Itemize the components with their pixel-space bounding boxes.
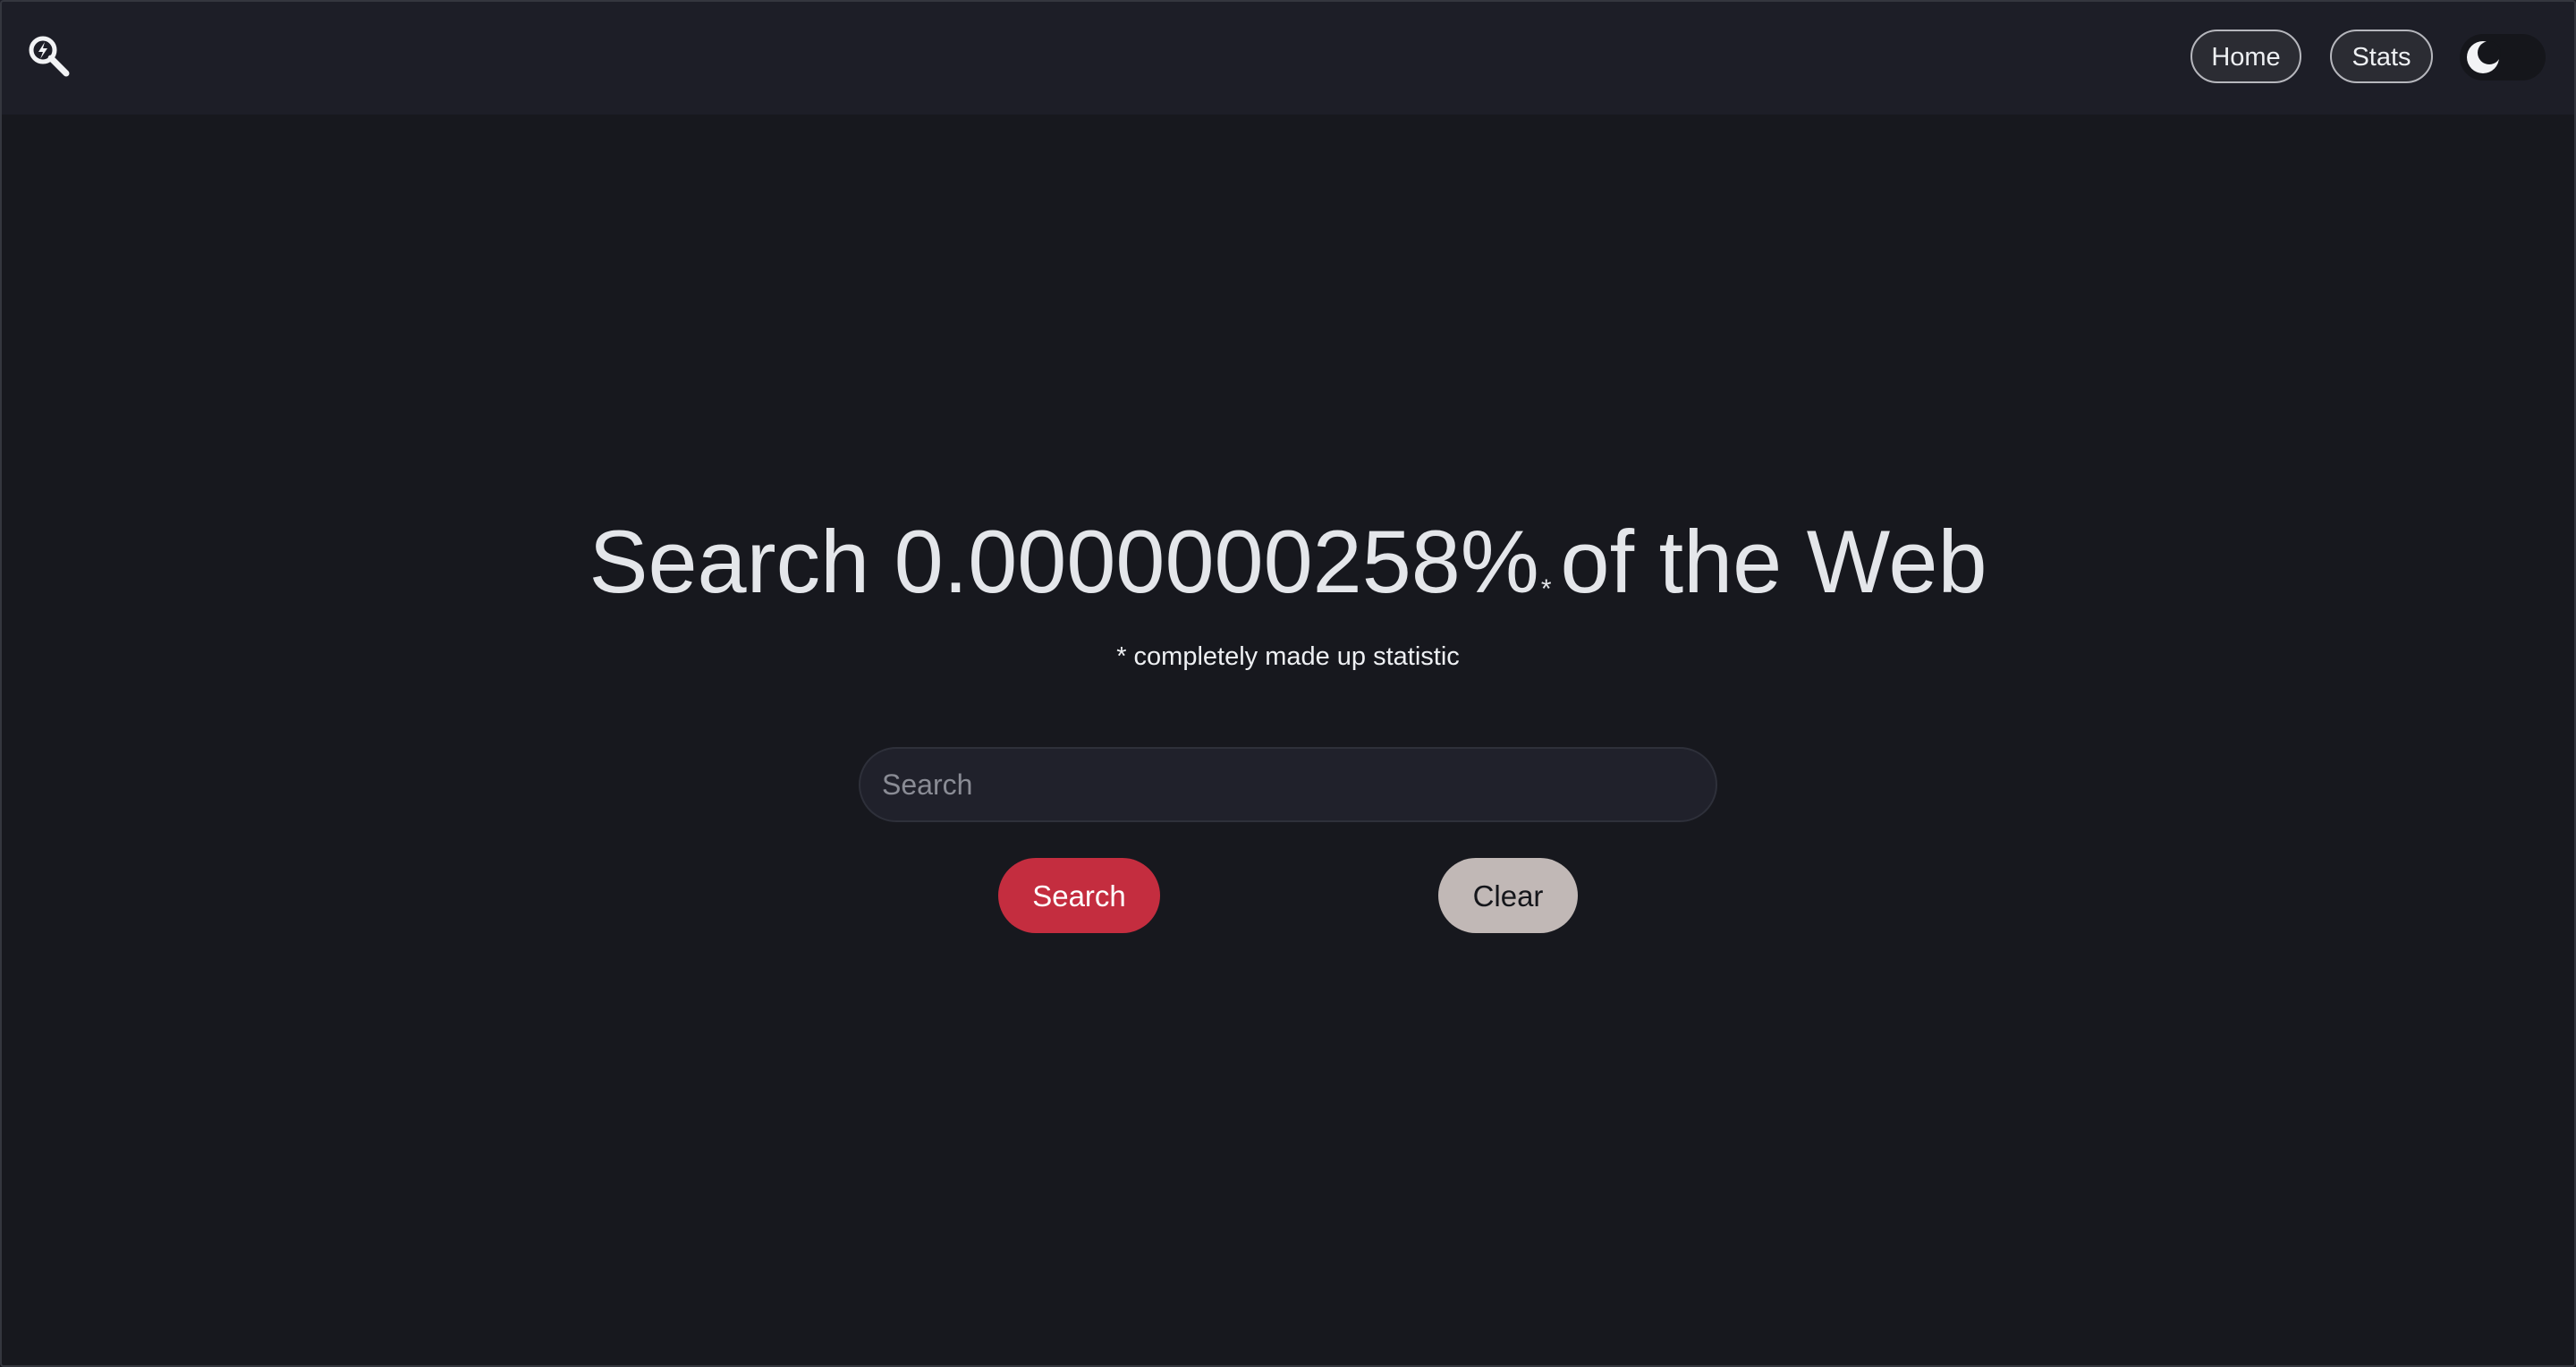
top-navbar: Home Stats	[0, 0, 2576, 115]
statistic-footnote: * completely made up statistic	[1116, 642, 1460, 671]
search-input[interactable]	[859, 747, 1717, 822]
theme-toggle[interactable]	[2460, 34, 2546, 81]
stats-nav-button[interactable]: Stats	[2330, 30, 2433, 83]
search-logo-icon[interactable]	[27, 34, 73, 81]
moon-icon	[2465, 39, 2501, 75]
search-button[interactable]: Search	[998, 858, 1160, 933]
headline-asterisk: *	[1540, 574, 1552, 604]
clear-button[interactable]: Clear	[1438, 858, 1578, 933]
window-frame	[0, 0, 2576, 1367]
headline-prefix: Search 0.0000000258%	[589, 512, 1539, 611]
home-nav-button[interactable]: Home	[2190, 30, 2301, 83]
headline-suffix: of the Web	[1560, 512, 1987, 611]
hero-headline: Search 0.0000000258%* of the Web	[0, 508, 2576, 643]
